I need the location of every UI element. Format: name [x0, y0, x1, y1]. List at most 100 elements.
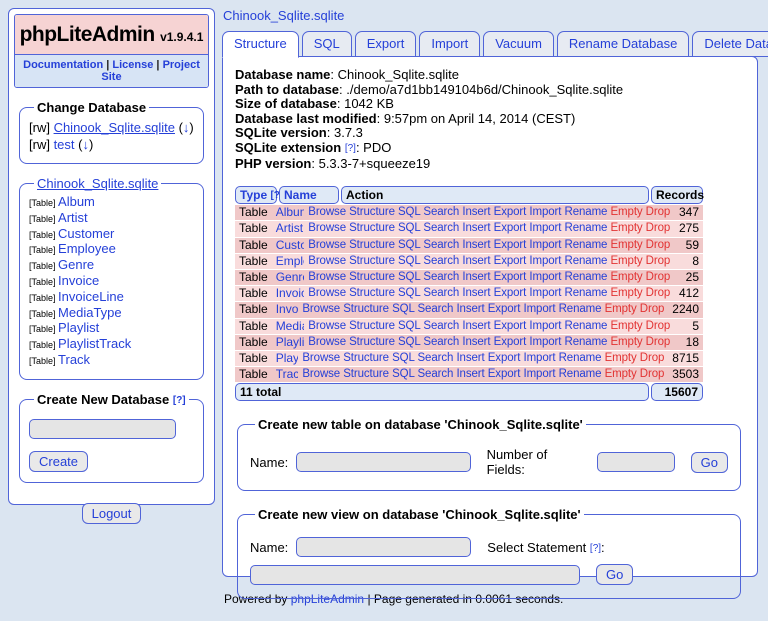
action-import-link[interactable]: Import	[523, 352, 555, 364]
tab-export[interactable]: Export	[354, 31, 417, 57]
table-name-link-invoiceline[interactable]: InvoiceLine	[276, 302, 299, 316]
action-rename-link[interactable]: Rename	[564, 336, 607, 348]
action-export-link[interactable]: Export	[494, 206, 527, 218]
sidebar-table-link-genre[interactable]: Genre	[58, 257, 94, 272]
action-import-link[interactable]: Import	[523, 303, 555, 315]
action-search-link[interactable]: Search	[423, 255, 459, 267]
action-empty-link[interactable]: Empty	[610, 222, 642, 234]
action-search-link[interactable]: Search	[423, 320, 459, 332]
action-sql-link[interactable]: SQL	[398, 239, 420, 251]
action-insert-link[interactable]: Insert	[456, 303, 484, 315]
action-search-link[interactable]: Search	[423, 287, 459, 299]
action-import-link[interactable]: Import	[529, 255, 561, 267]
action-empty-link[interactable]: Empty	[610, 320, 642, 332]
action-export-link[interactable]: Export	[494, 255, 527, 267]
action-sql-link[interactable]: SQL	[398, 320, 420, 332]
action-search-link[interactable]: Search	[417, 368, 453, 380]
action-export-link[interactable]: Export	[488, 352, 521, 364]
action-drop-link[interactable]: Drop	[646, 320, 671, 332]
tab-structure[interactable]: Structure	[222, 31, 299, 58]
action-sql-link[interactable]: SQL	[398, 206, 420, 218]
info-help-icon[interactable]: [?]	[345, 143, 356, 154]
action-export-link[interactable]: Export	[494, 287, 527, 299]
sidebar-table-link-playlisttrack[interactable]: PlaylistTrack	[58, 336, 131, 351]
action-insert-link[interactable]: Insert	[462, 239, 490, 251]
action-drop-link[interactable]: Drop	[646, 255, 671, 267]
action-empty-link[interactable]: Empty	[610, 206, 642, 218]
action-browse-link[interactable]: Browse	[308, 239, 346, 251]
action-drop-link[interactable]: Drop	[646, 239, 671, 251]
action-import-link[interactable]: Import	[529, 222, 561, 234]
action-drop-link[interactable]: Drop	[646, 271, 671, 283]
action-rename-link[interactable]: Rename	[564, 255, 607, 267]
action-export-link[interactable]: Export	[488, 368, 521, 380]
action-browse-link[interactable]: Browse	[308, 287, 346, 299]
table-name-link-album[interactable]: Album	[276, 205, 305, 219]
action-structure-link[interactable]: Structure	[349, 255, 395, 267]
column-header-type[interactable]: Type [?]	[235, 186, 283, 205]
action-sql-link[interactable]: SQL	[392, 352, 414, 364]
action-rename-link[interactable]: Rename	[564, 320, 607, 332]
nav-link-documentation[interactable]: Documentation	[23, 59, 103, 71]
sidebar-table-link-customer[interactable]: Customer	[58, 226, 114, 241]
action-export-link[interactable]: Export	[494, 239, 527, 251]
action-search-link[interactable]: Search	[417, 303, 453, 315]
action-empty-link[interactable]: Empty	[610, 239, 642, 251]
action-search-link[interactable]: Search	[423, 222, 459, 234]
table-name-link-genre[interactable]: Genre	[276, 270, 305, 284]
action-drop-link[interactable]: Drop	[640, 303, 665, 315]
action-drop-link[interactable]: Drop	[646, 222, 671, 234]
action-sql-link[interactable]: SQL	[392, 368, 414, 380]
action-import-link[interactable]: Import	[529, 336, 561, 348]
action-insert-link[interactable]: Insert	[456, 368, 484, 380]
create-database-help-icon[interactable]: [?]	[173, 395, 186, 406]
action-sql-link[interactable]: SQL	[398, 271, 420, 283]
table-name-link-customer[interactable]: Customer	[276, 238, 305, 252]
table-name-link-employee[interactable]: Employee	[276, 254, 305, 268]
action-rename-link[interactable]: Rename	[559, 352, 602, 364]
table-name-link-track[interactable]: Track	[276, 367, 299, 381]
action-import-link[interactable]: Import	[529, 239, 561, 251]
action-import-link[interactable]: Import	[529, 320, 561, 332]
table-name-link-artist[interactable]: Artist	[276, 221, 303, 235]
action-search-link[interactable]: Search	[423, 271, 459, 283]
action-structure-link[interactable]: Structure	[343, 352, 389, 364]
action-rename-link[interactable]: Rename	[564, 206, 607, 218]
action-insert-link[interactable]: Insert	[462, 206, 490, 218]
action-structure-link[interactable]: Structure	[349, 320, 395, 332]
sidebar-table-link-invoice[interactable]: Invoice	[58, 273, 99, 288]
tab-delete-database[interactable]: Delete Database	[692, 31, 768, 57]
action-drop-link[interactable]: Drop	[646, 206, 671, 218]
column-header-name[interactable]: Name	[279, 186, 339, 205]
sidebar-table-link-employee[interactable]: Employee	[58, 241, 116, 256]
type-sort-link[interactable]: Type	[240, 188, 267, 202]
action-drop-link[interactable]: Drop	[646, 287, 671, 299]
sidebar-table-link-invoiceline[interactable]: InvoiceLine	[58, 289, 124, 304]
action-empty-link[interactable]: Empty	[605, 352, 637, 364]
current-database-link[interactable]: Chinook_Sqlite.sqlite	[37, 176, 158, 191]
create-table-go-button[interactable]: Go	[690, 451, 729, 473]
sidebar-table-link-playlist[interactable]: Playlist	[58, 320, 99, 335]
action-drop-link[interactable]: Drop	[640, 352, 665, 364]
action-search-link[interactable]: Search	[423, 206, 459, 218]
action-structure-link[interactable]: Structure	[349, 239, 395, 251]
action-search-link[interactable]: Search	[417, 352, 453, 364]
action-sql-link[interactable]: SQL	[392, 303, 414, 315]
create-view-go-button[interactable]: Go	[596, 564, 634, 586]
action-rename-link[interactable]: Rename	[559, 368, 602, 380]
action-structure-link[interactable]: Structure	[349, 271, 395, 283]
table-name-link-invoice[interactable]: Invoice	[276, 286, 305, 300]
action-rename-link[interactable]: Rename	[559, 303, 602, 315]
nav-link-license[interactable]: License	[112, 59, 153, 71]
action-structure-link[interactable]: Structure	[349, 222, 395, 234]
action-empty-link[interactable]: Empty	[610, 255, 642, 267]
sidebar-table-link-artist[interactable]: Artist	[58, 210, 88, 225]
action-import-link[interactable]: Import	[529, 206, 561, 218]
action-export-link[interactable]: Export	[494, 222, 527, 234]
action-empty-link[interactable]: Empty	[610, 287, 642, 299]
action-browse-link[interactable]: Browse	[308, 222, 346, 234]
table-name-link-playlisttrack[interactable]: PlaylistTrack	[276, 351, 299, 365]
action-export-link[interactable]: Export	[488, 303, 521, 315]
action-browse-link[interactable]: Browse	[308, 336, 346, 348]
action-browse-link[interactable]: Browse	[302, 303, 340, 315]
